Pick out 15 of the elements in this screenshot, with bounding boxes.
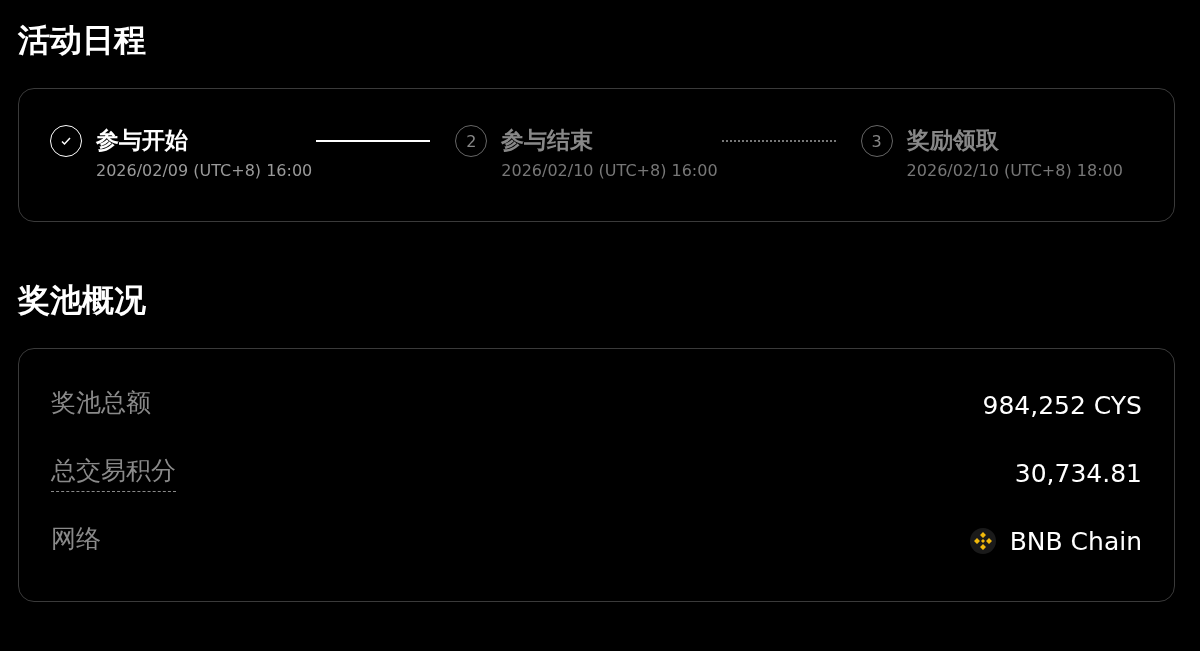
row-value: BNB Chain <box>1009 526 1142 556</box>
step-date: 2026/02/09 (UTC+8) 16:00 <box>96 161 313 180</box>
tooltip-label[interactable]: 总交易积分 <box>51 454 176 492</box>
bnb-logo-icon <box>969 528 996 554</box>
step-label: 参与开始 <box>96 126 189 155</box>
row-value: 984,252 CYS <box>982 390 1142 420</box>
section-title: 奖池概况 <box>18 280 147 321</box>
step-date: 2026/02/10 (UTC+8) 16:00 <box>501 161 718 180</box>
row-label: 网络 <box>51 523 101 555</box>
row-label: 奖池总额 <box>51 387 151 419</box>
section-title: 活动日程 <box>18 20 147 61</box>
step-date: 2026/02/10 (UTC+8) 18:00 <box>906 161 1123 180</box>
row-value: 30,734.81 <box>1014 458 1142 488</box>
step-label: 参与结束 <box>501 126 595 155</box>
step-label: 奖励领取 <box>906 126 1000 155</box>
